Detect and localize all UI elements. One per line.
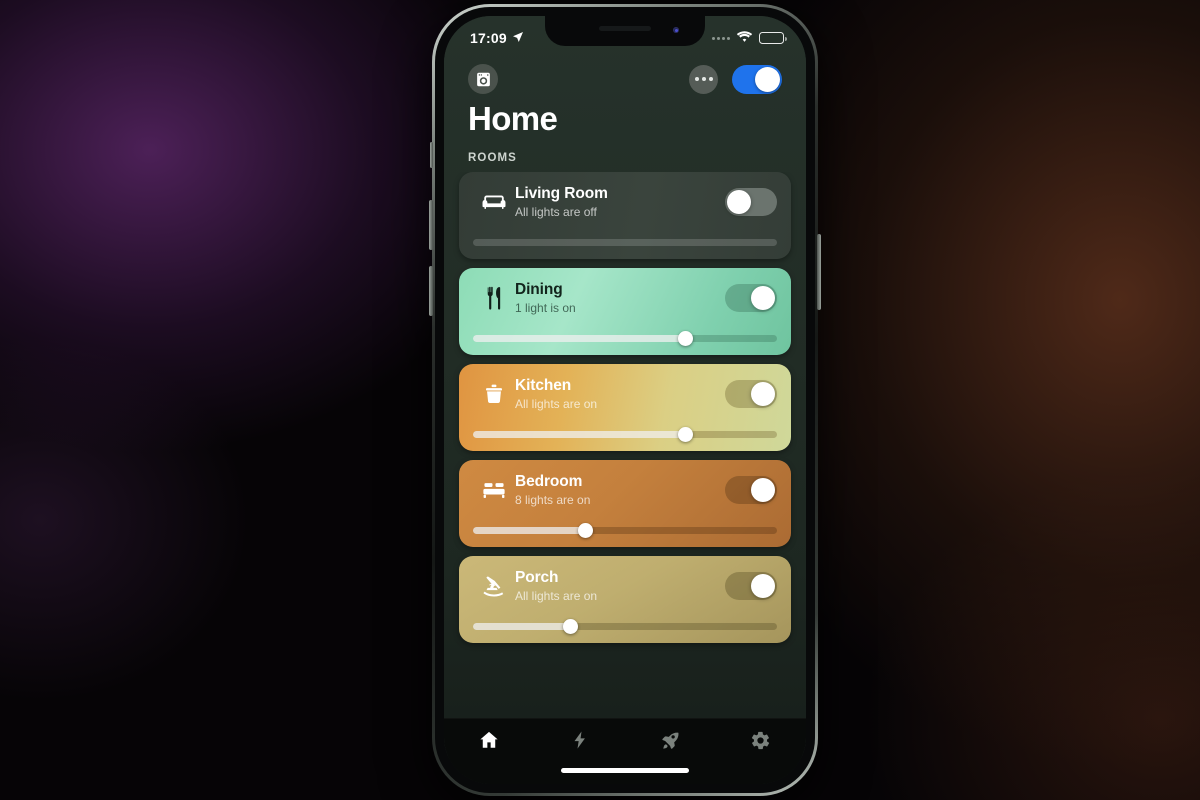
room-toggle[interactable] [725, 475, 777, 504]
cutlery-icon [473, 285, 515, 311]
ellipsis-icon[interactable] [689, 64, 718, 94]
room-text-block: Kitchen All lights are on [515, 377, 725, 411]
room-text-block: Dining 1 light is on [515, 281, 725, 315]
room-name: Porch [515, 569, 559, 586]
rocket-icon [660, 729, 681, 751]
brightness-slider[interactable] [473, 619, 777, 634]
room-toggle[interactable] [725, 571, 777, 600]
room-card-dining[interactable]: Dining 1 light is on [459, 268, 791, 355]
page-title: Home [468, 100, 558, 137]
phone-device: 17:09 Home ROOMS Living Room All lights … [429, 4, 821, 796]
brightness-slider-fill [473, 335, 686, 342]
phone-bezel: 17:09 Home ROOMS Living Room All lights … [435, 7, 815, 793]
master-power-toggle[interactable] [732, 64, 782, 94]
home-app: 17:09 Home ROOMS Living Room All lights … [444, 16, 806, 784]
battery-full-icon [759, 32, 787, 44]
room-text-block: Porch All lights are on [515, 569, 725, 603]
power-button[interactable] [817, 234, 821, 310]
room-name: Bedroom [515, 473, 583, 490]
bed-icon [473, 477, 515, 503]
room-name: Dining [515, 281, 563, 298]
brightness-slider-fill [473, 623, 571, 630]
rooms-list: Living Room All lights are off Dining 1 lig… [444, 172, 806, 718]
room-status: All lights are off [515, 204, 597, 219]
status-time-group: 17:09 [470, 30, 524, 46]
room-toggle[interactable] [725, 187, 777, 216]
phone-screen: 17:09 Home ROOMS Living Room All lights … [444, 16, 806, 784]
header-actions [689, 64, 782, 94]
room-status: All lights are on [515, 396, 598, 411]
brightness-slider-knob[interactable] [678, 427, 694, 442]
gear-icon [750, 729, 771, 751]
room-card-bedroom[interactable]: Bedroom 8 lights are on [459, 460, 791, 547]
front-camera-icon [673, 27, 679, 33]
washing-machine-icon[interactable] [468, 64, 498, 94]
location-arrow-icon [512, 30, 524, 46]
brightness-slider-fill [473, 431, 686, 438]
signal-dots-icon [712, 36, 730, 40]
notch [545, 16, 705, 46]
room-name: Kitchen [515, 377, 572, 394]
home-icon [478, 729, 500, 751]
home-indicator[interactable] [561, 767, 689, 773]
sofa-icon [473, 189, 515, 215]
room-card-header: Dining 1 light is on [473, 281, 777, 315]
room-toggle-knob [751, 477, 775, 502]
brightness-slider-knob[interactable] [562, 619, 578, 634]
room-card-living-room[interactable]: Living Room All lights are off [459, 172, 791, 259]
app-header [444, 54, 806, 98]
earpiece-speaker [599, 26, 651, 31]
room-status: All lights are on [515, 588, 598, 603]
rocking-chair-icon [473, 573, 515, 599]
brightness-slider-fill [473, 527, 586, 534]
wifi-icon [736, 30, 753, 46]
brightness-slider-knob[interactable] [577, 523, 593, 538]
room-toggle-knob [751, 381, 775, 406]
brightness-slider-knob[interactable] [678, 331, 694, 346]
volume-up-button[interactable] [429, 200, 433, 250]
room-card-header: Kitchen All lights are on [473, 377, 777, 411]
bolt-icon [570, 729, 590, 751]
room-text-block: Living Room All lights are off [515, 185, 725, 219]
room-toggle-knob [751, 285, 775, 310]
home-indicator-area [444, 756, 806, 784]
section-label-rooms: ROOMS [468, 152, 517, 164]
room-card-header: Porch All lights are on [473, 569, 777, 603]
volume-down-button[interactable] [429, 266, 433, 316]
room-card-porch[interactable]: Porch All lights are on [459, 556, 791, 643]
room-status: 1 light is on [515, 300, 576, 315]
brightness-slider[interactable] [473, 239, 777, 246]
master-toggle-knob [755, 66, 780, 92]
room-status: 8 lights are on [515, 492, 591, 507]
room-card-header: Bedroom 8 lights are on [473, 473, 777, 507]
room-toggle[interactable] [725, 283, 777, 312]
brightness-slider[interactable] [473, 331, 777, 346]
brightness-slider[interactable] [473, 523, 777, 538]
room-card-header: Living Room All lights are off [473, 185, 777, 219]
room-toggle-knob [751, 573, 775, 598]
status-indicators [712, 30, 787, 46]
room-name: Living Room [515, 185, 608, 202]
mute-switch[interactable] [430, 142, 433, 168]
status-time: 17:09 [470, 30, 507, 46]
pot-icon [473, 381, 515, 407]
room-text-block: Bedroom 8 lights are on [515, 473, 725, 507]
room-toggle-knob [727, 189, 751, 214]
room-toggle[interactable] [725, 379, 777, 408]
brightness-slider[interactable] [473, 427, 777, 442]
room-card-kitchen[interactable]: Kitchen All lights are on [459, 364, 791, 451]
